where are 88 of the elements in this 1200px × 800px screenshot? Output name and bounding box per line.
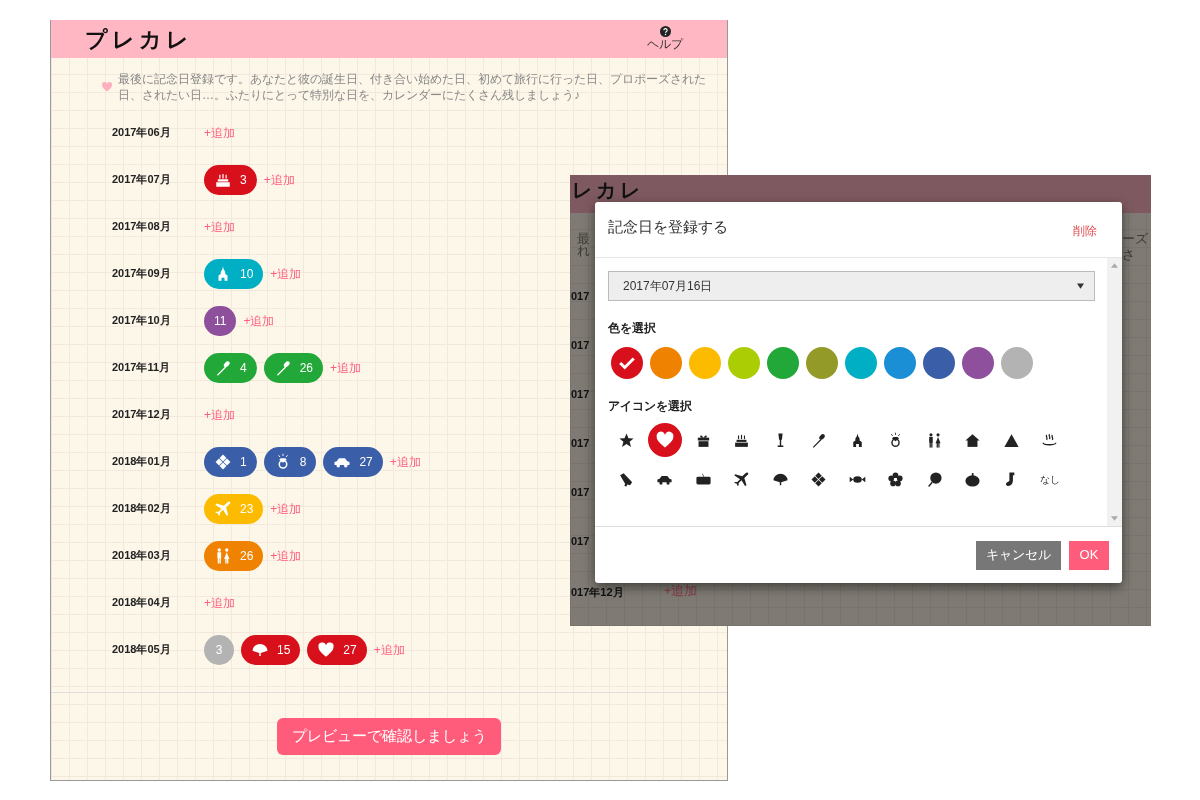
month-label: 2018年03月 <box>111 548 172 564</box>
icon-option[interactable]: なし <box>1032 462 1067 496</box>
pumpkin-icon <box>964 470 981 488</box>
month-label: 2017年11月 <box>111 360 172 376</box>
month-label: 017年12月 <box>571 585 624 600</box>
date-select[interactable]: 2017年07月16日 <box>608 271 1095 301</box>
star-icon <box>617 431 635 449</box>
month-label: 2018年05月 <box>111 642 172 658</box>
event-chip[interactable]: 1 <box>204 446 257 477</box>
add-link[interactable]: +追加 <box>330 358 362 377</box>
event-chip[interactable]: 3 <box>204 634 234 665</box>
color-swatch[interactable] <box>1001 347 1033 379</box>
event-chip[interactable]: 15 <box>241 634 301 665</box>
month-label: 017 <box>571 387 590 402</box>
month-label: 2017年06月 <box>111 125 172 141</box>
add-link[interactable]: +追加 <box>204 405 235 424</box>
heart-icon <box>101 81 113 93</box>
add-link[interactable]: +追加 <box>270 499 302 518</box>
month-label: 017 <box>571 338 590 353</box>
color-swatch[interactable] <box>650 347 682 379</box>
event-chip[interactable]: 10 <box>204 258 264 289</box>
intro-text: 最 <box>577 231 590 246</box>
event-chip[interactable]: 4 <box>204 352 257 383</box>
plane-icon <box>214 499 232 518</box>
heart-icon <box>317 640 336 659</box>
event-chip[interactable]: 26 <box>204 540 264 571</box>
intro-text: 最後に記念日登録です。あなたと彼の誕生日、付き合い始めた日、初めて旅行に行った日、プロポーズされた日、されたい日…。ふたりにとって特別な日を、カレンダーにたくさん残しましょう♪ <box>118 71 707 103</box>
cancel-button[interactable]: キャンセル <box>976 540 1061 570</box>
hand-fan-icon <box>925 470 943 488</box>
color-swatch[interactable] <box>611 347 643 379</box>
event-chip[interactable]: 27 <box>307 634 367 665</box>
month-label: 2017年07月 <box>111 172 172 188</box>
dialog-title: 記念日を登録する <box>608 217 728 237</box>
month-label: 017 <box>571 485 590 500</box>
month-label: 2018年02月 <box>111 501 172 517</box>
color-swatch[interactable] <box>806 347 838 379</box>
month-label: 2017年12月 <box>111 407 172 423</box>
delete-link[interactable]: 削除 <box>1073 222 1097 240</box>
add-link[interactable]: +追加 <box>204 217 235 236</box>
event-chip[interactable]: 23 <box>204 493 264 524</box>
color-swatch[interactable] <box>884 347 916 379</box>
color-swatch[interactable] <box>767 347 799 379</box>
event-chip[interactable]: 26 <box>263 352 324 383</box>
add-link[interactable]: +追加 <box>270 264 302 283</box>
month-label: 017 <box>571 436 590 451</box>
preview-button[interactable]: プレビューで確認しましょう <box>277 718 501 755</box>
event-chip[interactable]: 11 <box>204 305 237 336</box>
month-label: 2017年10月 <box>111 313 172 329</box>
add-link[interactable]: +追加 <box>389 452 421 471</box>
event-chip[interactable]: 3 <box>204 164 257 195</box>
couple-icon <box>214 546 232 565</box>
add-link[interactable]: +追加 <box>270 546 302 565</box>
color-swatch[interactable] <box>962 347 994 379</box>
add-link[interactable]: +追加 <box>204 123 235 142</box>
month-label: 2017年09月 <box>111 266 172 282</box>
month-label: 017 <box>571 534 590 549</box>
intro-text: れ <box>577 244 590 259</box>
month-label: 2018年04月 <box>111 595 172 611</box>
house-icon <box>964 431 981 449</box>
add-link[interactable]: +追加 <box>373 640 405 659</box>
fork-icon <box>214 358 232 377</box>
color-swatch[interactable] <box>923 347 955 379</box>
add-link[interactable]: +追加 <box>243 311 275 330</box>
month-label: 2017年08月 <box>111 219 172 235</box>
fork-icon <box>810 431 827 449</box>
help-icon <box>659 26 671 37</box>
add-link[interactable]: +追加 <box>204 593 235 612</box>
chocolate-icon <box>810 470 827 488</box>
plane-icon <box>733 470 750 488</box>
flower-icon <box>887 470 904 488</box>
chocolate-icon <box>214 452 232 471</box>
color-swatch[interactable] <box>689 347 721 379</box>
color-swatch[interactable] <box>845 347 877 379</box>
event-chip[interactable]: 8 <box>263 446 317 477</box>
month-label: 2018年01月 <box>111 454 172 470</box>
app-logo: プレカレ <box>85 25 193 54</box>
event-chip[interactable]: 27 <box>323 446 383 477</box>
color-swatch[interactable] <box>728 347 760 379</box>
tent-icon <box>1002 431 1020 449</box>
heart-icon <box>654 430 675 450</box>
add-link[interactable]: +追加 <box>263 170 295 189</box>
caret-icon <box>1077 283 1084 289</box>
month-label: 017 <box>571 289 590 304</box>
app-logo: レカレ <box>572 180 644 200</box>
section-label: アイコンを選択 <box>608 398 693 415</box>
help-link[interactable]: ヘルプ <box>647 26 683 52</box>
ok-button[interactable]: OK <box>1069 540 1109 570</box>
section-label: 色を選択 <box>608 320 657 337</box>
